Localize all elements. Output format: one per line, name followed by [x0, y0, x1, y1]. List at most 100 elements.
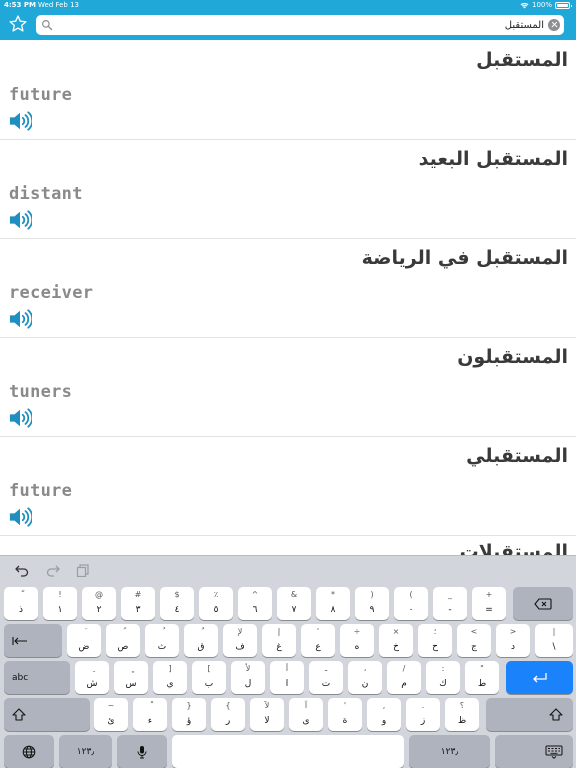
return-key[interactable] — [506, 661, 573, 694]
key[interactable]: < ج — [457, 624, 491, 657]
globe-icon — [22, 745, 36, 758]
delete-icon — [534, 597, 552, 610]
key[interactable]: ؛ ح — [418, 624, 452, 657]
search-input[interactable] — [56, 16, 544, 34]
clear-search-icon[interactable] — [548, 19, 560, 31]
key[interactable]: أا — [270, 661, 304, 694]
key[interactable]: _ - — [433, 587, 467, 620]
globe-key[interactable] — [4, 735, 54, 768]
tab-icon — [12, 636, 27, 645]
result-item[interactable]: المستقبلي future — [0, 437, 576, 536]
results-list: المستقبل future المستقبل البعيد distant … — [0, 41, 576, 556]
key[interactable]: ِش — [75, 661, 109, 694]
key[interactable]: ٍس — [114, 661, 148, 694]
result-arabic: المستقبل — [476, 49, 568, 71]
result-item[interactable]: المستقبلون tuners — [0, 338, 576, 437]
status-date: Wed Feb 13 — [38, 1, 80, 9]
key[interactable]: (٠ — [394, 587, 428, 620]
key[interactable]: لإ ف — [223, 624, 257, 657]
delete-key[interactable] — [513, 587, 573, 620]
key[interactable]: ! ١ — [43, 587, 77, 620]
speaker-icon[interactable] — [8, 209, 32, 231]
hide-keyboard-key[interactable] — [495, 735, 573, 768]
key[interactable]: | \ — [535, 624, 573, 657]
key[interactable]: ، ن — [348, 661, 382, 694]
key[interactable]: لأ ل — [231, 661, 265, 694]
redo-icon[interactable] — [46, 564, 60, 577]
result-item[interactable]: المستقبل future — [0, 41, 576, 140]
shift-key-left[interactable] — [4, 698, 90, 731]
keyboard-dismiss-icon — [545, 745, 563, 759]
result-item[interactable]: المستقبلات — [0, 536, 576, 556]
key[interactable]: × خ — [379, 624, 413, 657]
key[interactable]: ُث — [145, 624, 179, 657]
result-arabic: المستقبلون — [457, 346, 568, 368]
tab-key[interactable] — [4, 624, 62, 657]
key[interactable]: [ب — [192, 661, 226, 694]
result-english: distant — [9, 184, 83, 204]
key[interactable]: ) ٩ — [355, 587, 389, 620]
key[interactable]: إغ — [262, 624, 296, 657]
favorite-star-icon[interactable] — [8, 14, 28, 34]
key[interactable]: ّذ — [4, 587, 38, 620]
key[interactable]: ٪ ٥ — [199, 587, 233, 620]
speaker-icon[interactable] — [8, 110, 32, 132]
key[interactable]: * ٨ — [316, 587, 350, 620]
key[interactable]: #٣ — [121, 587, 155, 620]
battery-percent: 100% — [531, 1, 552, 9]
key[interactable]: :ك — [426, 661, 460, 694]
key[interactable]: ÷ ه — [340, 624, 374, 657]
key[interactable]: ,و — [367, 698, 401, 731]
result-item[interactable]: المستقبل البعيد distant — [0, 140, 576, 239]
key[interactable]: ' ة — [328, 698, 362, 731]
key[interactable]: آى — [289, 698, 323, 731]
result-arabic: المستقبل البعيد — [418, 148, 568, 170]
result-item[interactable]: المستقبل في الرياضة receiver — [0, 239, 576, 338]
key[interactable]: & ٧ — [277, 587, 311, 620]
key[interactable]: ‘ع — [301, 624, 335, 657]
numbers-key-right[interactable]: ١٢٣٫ — [409, 735, 490, 768]
key[interactable]: ٌق — [184, 624, 218, 657]
key[interactable]: لآ لا — [250, 698, 284, 731]
shift-icon — [549, 708, 563, 721]
abc-key[interactable]: abc — [4, 661, 70, 694]
key[interactable]: ~ ئ — [94, 698, 128, 731]
key[interactable]: } ؤ — [172, 698, 206, 731]
battery-icon — [555, 2, 572, 9]
key[interactable]: {ر — [211, 698, 245, 731]
search-bar — [36, 15, 564, 35]
status-right: 100% — [520, 0, 572, 11]
space-key[interactable] — [172, 735, 404, 768]
undo-icon[interactable] — [15, 564, 29, 577]
key[interactable]: ًص — [106, 624, 140, 657]
speaker-icon[interactable] — [8, 506, 32, 528]
key[interactable]: " ط — [465, 661, 499, 694]
app-header: 4:53 PM Wed Feb 13 100% — [0, 0, 576, 40]
microphone-icon — [137, 745, 147, 758]
key[interactable]: > د — [496, 624, 530, 657]
key[interactable]: ؟ ظ — [445, 698, 479, 731]
key[interactable]: َض — [67, 624, 101, 657]
dictation-key[interactable] — [117, 735, 167, 768]
wifi-icon — [520, 2, 529, 9]
key[interactable]: .ز — [406, 698, 440, 731]
shift-key-right[interactable] — [486, 698, 573, 731]
result-english: future — [9, 85, 73, 105]
key[interactable]: $٤ — [160, 587, 194, 620]
paste-icon[interactable] — [76, 564, 90, 577]
speaker-icon[interactable] — [8, 407, 32, 429]
result-english: receiver — [9, 283, 94, 303]
numbers-key-left[interactable]: ١٢٣٫ — [59, 735, 112, 768]
key[interactable]: ^ ٦ — [238, 587, 272, 620]
key[interactable]: @٢ — [82, 587, 116, 620]
key[interactable]: ْء — [133, 698, 167, 731]
result-english: tuners — [9, 382, 73, 402]
key[interactable]: ـت — [309, 661, 343, 694]
key[interactable]: ] ي — [153, 661, 187, 694]
search-icon — [42, 20, 53, 31]
status-time: 4:53 PM — [4, 1, 36, 9]
speaker-icon[interactable] — [8, 308, 32, 330]
key[interactable]: + = — [472, 587, 506, 620]
key[interactable]: / م — [387, 661, 421, 694]
shift-icon — [12, 708, 26, 721]
